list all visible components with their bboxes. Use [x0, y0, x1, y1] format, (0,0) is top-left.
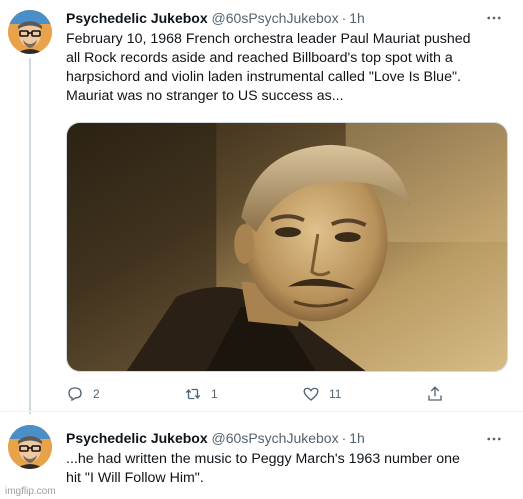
like-button[interactable]: 11: [302, 382, 341, 406]
retweet-button[interactable]: 1: [184, 382, 218, 406]
author-name[interactable]: Psychedelic Jukebox: [66, 430, 208, 446]
tweet-photo[interactable]: [66, 122, 508, 372]
retweet-icon: [185, 388, 201, 400]
author-name[interactable]: Psychedelic Jukebox: [66, 10, 208, 26]
reply-button[interactable]: 2: [66, 382, 100, 406]
separator: ·: [341, 430, 347, 446]
tweet-header: Psychedelic Jukebox @60sPsychJukebox · 1h: [66, 8, 365, 28]
reply-icon: [68, 387, 82, 402]
thread-line: [29, 58, 31, 414]
author-handle[interactable]: @60sPsychJukebox: [212, 10, 339, 26]
tweet-text: ...he had written the music to Peggy Mar…: [66, 451, 460, 486]
reply-count: 2: [93, 387, 100, 401]
timestamp[interactable]: 1h: [349, 430, 365, 446]
watermark: imgflip.com: [5, 486, 56, 497]
avatar-image: [8, 425, 52, 469]
timestamp[interactable]: 1h: [349, 10, 365, 26]
more-horizontal-icon: [487, 16, 501, 20]
like-count: 11: [329, 387, 342, 401]
heart-icon: [303, 387, 319, 401]
retweet-count: 1: [211, 387, 218, 401]
share-icon: [428, 386, 442, 401]
more-button[interactable]: [485, 9, 503, 27]
tweet[interactable]: Psychedelic Jukebox @60sPsychJukebox · 1h …: [0, 412, 523, 499]
avatar-image: [8, 10, 52, 54]
separator: ·: [341, 10, 347, 26]
portrait-photo: [67, 123, 507, 371]
avatar[interactable]: [8, 425, 52, 469]
tweet[interactable]: Psychedelic Jukebox @60sPsychJukebox · 1h …: [0, 0, 523, 414]
more-horizontal-icon: [487, 437, 501, 441]
share-button[interactable]: [426, 382, 453, 406]
tweet-actions: 2 1 11: [66, 382, 506, 406]
author-handle[interactable]: @60sPsychJukebox: [212, 430, 339, 446]
tweet-text: February 10, 1968 French orchestra leade…: [66, 31, 471, 104]
tweet-header: Psychedelic Jukebox @60sPsychJukebox · 1h: [66, 428, 365, 448]
avatar[interactable]: [8, 10, 52, 54]
more-button[interactable]: [485, 430, 503, 448]
